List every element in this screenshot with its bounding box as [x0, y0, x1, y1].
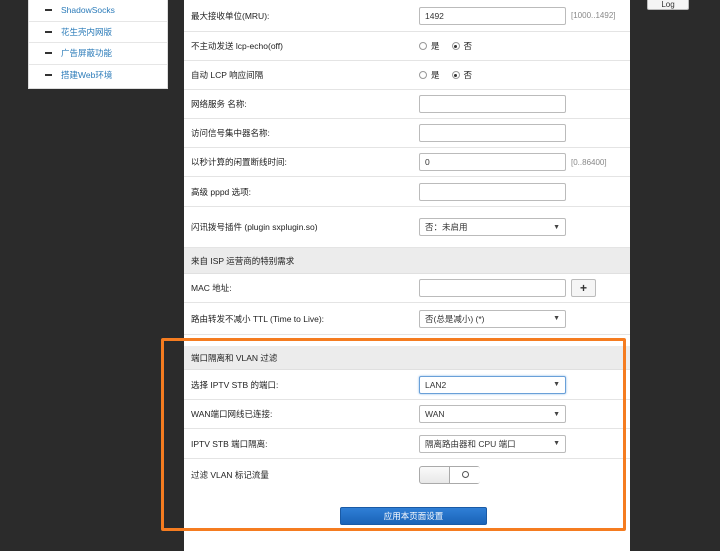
lcp-interval-no-option[interactable]: 否 [451, 69, 473, 81]
chevron-down-icon: ▼ [553, 440, 560, 447]
toggle-knob[interactable] [449, 466, 480, 483]
sxplugin-select[interactable]: 否：未启用 ▼ [419, 218, 566, 236]
sidebar-item-label: 搭建Web环境 [61, 70, 113, 81]
service-name-input[interactable] [419, 95, 566, 113]
dash-icon [45, 30, 52, 33]
ac-name-label: 访问信号集中器名称: [191, 128, 270, 138]
select-value: 否：未启用 [425, 222, 468, 232]
vlan-section-header: 端口隔离和 VLAN 过滤 [184, 346, 630, 370]
chevron-down-icon: ▼ [553, 315, 560, 322]
service-name-row: 网络服务 名称: [184, 90, 630, 119]
idle-timeout-row: 以秒计算的闲置断线时间: 0 [0..86400] [184, 148, 630, 177]
ttl-row: 路由转发不减小 TTL (Time to Live): 否(总是减小) (*) … [184, 303, 630, 335]
wan-link-select[interactable]: WAN ▼ [419, 405, 566, 423]
select-value: LAN2 [425, 379, 447, 390]
sidebar-item-oray[interactable]: 花生壳内网版 [29, 22, 167, 43]
radio-label: 是 [431, 41, 440, 51]
sxplugin-row: 闪讯拨号插件 (plugin sxplugin.so) 否：未启用 ▼ [184, 207, 630, 248]
log-button[interactable]: Log [647, 0, 689, 10]
radio-button-selected[interactable] [451, 71, 460, 79]
vlan-filter-label: 过滤 VLAN 标记流量 [191, 469, 269, 480]
mru-hint: [1000..1492] [571, 11, 616, 20]
ac-name-input[interactable] [419, 124, 566, 142]
lcp-echo-label: 不主动发送 lcp-echo(off) [191, 41, 283, 51]
mru-row: 最大接收单位(MRU): 1492 [1000..1492] [184, 0, 630, 32]
sidebar-item-label: 花生壳内网版 [61, 26, 113, 37]
radio-button-selected[interactable] [451, 42, 460, 50]
chevron-down-icon: ▼ [553, 410, 560, 418]
lcp-echo-row: 不主动发送 lcp-echo(off) 是 否 [184, 32, 630, 61]
apply-button[interactable]: 应用本页面设置 [340, 507, 487, 525]
idle-timeout-hint: [0..86400] [571, 157, 607, 167]
lcp-echo-no-option[interactable]: 否 [451, 40, 473, 52]
mac-label: MAC 地址: [191, 283, 232, 293]
pppd-options-input[interactable] [419, 182, 566, 201]
sidebar-item-shadowsocks[interactable]: ShadowSocks [29, 0, 167, 22]
radio-button[interactable] [419, 71, 427, 79]
sidebar-item-label: ShadowSocks [61, 5, 115, 16]
sidebar-item-adblock[interactable]: 广告屏蔽功能 [29, 43, 167, 65]
iptv-isolation-select[interactable]: 隔离路由器和 CPU 端口 ▼ [419, 434, 566, 453]
select-value: WAN [425, 409, 445, 419]
sxplugin-label: 闪讯拨号插件 (plugin sxplugin.so) [191, 222, 318, 232]
radio-label: 是 [431, 70, 440, 80]
sidebar-menu: ShadowSocks 花生壳内网版 广告屏蔽功能 搭建Web环境 [28, 0, 168, 89]
dash-icon [45, 74, 52, 77]
radio-button[interactable] [419, 42, 427, 50]
iptv-port-select[interactable]: LAN2 ▼ [419, 375, 566, 394]
settings-panel: 最大接收单位(MRU): 1492 [1000..1492] 不主动发送 lcp… [184, 0, 630, 551]
lcp-interval-radio-group: 是 否 [419, 69, 484, 81]
vlan-filter-row: 过滤 VLAN 标记流量 [184, 459, 630, 490]
lcp-echo-yes-option[interactable]: 是 [419, 40, 440, 52]
wan-link-label: WAN端口网线已连接: [191, 409, 273, 419]
radio-label: 否 [463, 70, 473, 80]
pppd-options-label: 高级 pppd 选项: [191, 186, 251, 197]
idle-timeout-input[interactable]: 0 [419, 153, 566, 171]
vlan-filter-toggle[interactable] [419, 465, 480, 484]
pppd-options-row: 高级 pppd 选项: [184, 177, 630, 207]
idle-timeout-label: 以秒计算的闲置断线时间: [191, 157, 287, 167]
ttl-label: 路由转发不减小 TTL (Time to Live): [191, 313, 325, 324]
iptv-isolation-label: IPTV STB 端口隔离: [191, 438, 268, 449]
mru-label: 最大接收单位(MRU): [191, 10, 270, 21]
dash-icon [45, 9, 52, 12]
chevron-down-icon: ▼ [553, 381, 560, 388]
wan-link-row: WAN端口网线已连接: WAN ▼ [184, 400, 630, 429]
iptv-port-row: 选择 IPTV STB 的端口: LAN2 ▼ [184, 370, 630, 400]
radio-label: 否 [463, 41, 473, 51]
circle-icon [461, 471, 469, 478]
isp-section-header: 来自 ISP 运营商的特别需求 [184, 248, 630, 274]
chevron-down-icon: ▼ [553, 223, 560, 231]
ttl-select[interactable]: 否(总是减小) (*) ▼ [419, 309, 566, 328]
add-mac-button[interactable]: + [571, 279, 596, 297]
lcp-interval-label: 自动 LCP 响应间隔 [191, 70, 264, 80]
mac-row: MAC 地址: + [184, 274, 630, 303]
mru-input[interactable]: 1492 [419, 6, 566, 25]
ac-name-row: 访问信号集中器名称: [184, 119, 630, 148]
select-value: 否(总是减小) (*) [425, 313, 485, 324]
iptv-isolation-row: IPTV STB 端口隔离: 隔离路由器和 CPU 端口 ▼ [184, 429, 630, 459]
select-value: 隔离路由器和 CPU 端口 [425, 438, 516, 449]
sidebar-item-label: 广告屏蔽功能 [61, 48, 113, 59]
lcp-interval-row: 自动 LCP 响应间隔 是 否 [184, 61, 630, 90]
service-name-label: 网络服务 名称: [191, 99, 247, 109]
dash-icon [45, 52, 52, 55]
iptv-port-label: 选择 IPTV STB 的端口: [191, 379, 279, 390]
mac-input[interactable] [419, 279, 566, 297]
lcp-echo-radio-group: 是 否 [419, 40, 484, 52]
lcp-interval-yes-option[interactable]: 是 [419, 69, 440, 81]
sidebar-item-web-env[interactable]: 搭建Web环境 [29, 65, 167, 87]
